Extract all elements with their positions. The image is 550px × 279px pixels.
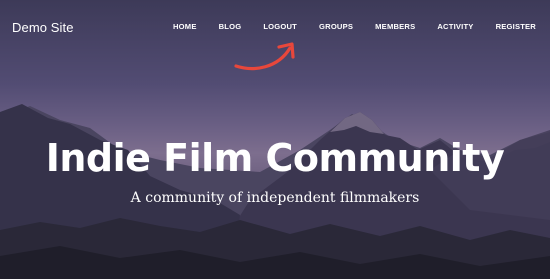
nav-home-link[interactable]: HOME bbox=[173, 22, 197, 31]
nav-groups-link[interactable]: GROUPS bbox=[319, 22, 353, 31]
annotation-arrow-icon bbox=[234, 42, 295, 71]
main-menu: HOME BLOG LOGOUT GROUPS MEMBERS ACTIVITY… bbox=[173, 22, 536, 31]
hero-headline: Indie Film Community bbox=[45, 136, 505, 180]
nav-members-link[interactable]: MEMBERS bbox=[375, 22, 415, 31]
hero-tagline: A community of independent filmmakers bbox=[130, 190, 420, 206]
nav-register-link[interactable]: REGISTER bbox=[496, 22, 536, 31]
nav-activity-link[interactable]: ACTIVITY bbox=[437, 22, 473, 31]
nav-blog-link[interactable]: BLOG bbox=[219, 22, 242, 31]
nav-logout-link[interactable]: LOGOUT bbox=[263, 22, 297, 31]
site-title[interactable]: Demo Site bbox=[12, 20, 74, 35]
